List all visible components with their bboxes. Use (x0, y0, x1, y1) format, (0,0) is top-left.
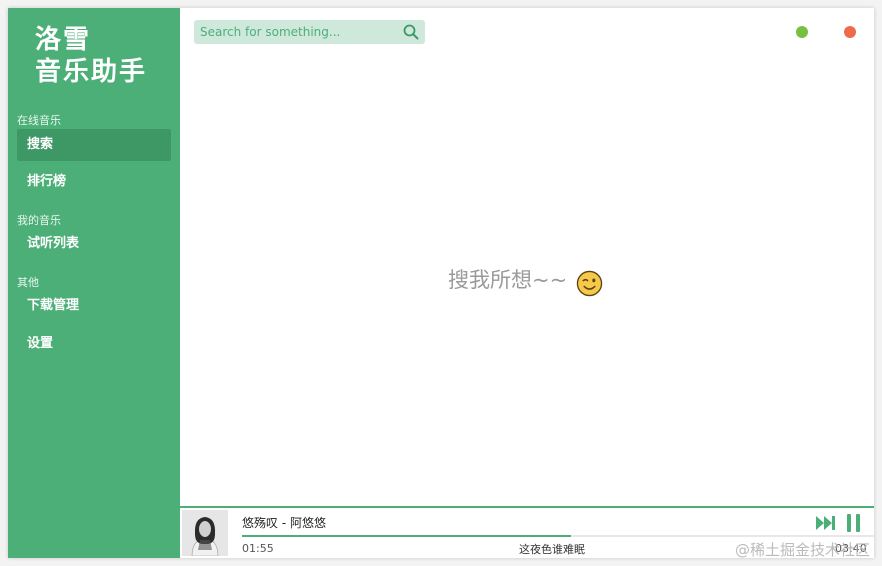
empty-search-message: 搜我所想~~ (448, 268, 568, 292)
pause-icon[interactable] (846, 514, 862, 532)
sidebar: 洛雪 音乐助手 在线音乐 搜索 排行榜 我的音乐 试听列表 其他 下载管理 设置 (8, 8, 180, 558)
section-title-online: 在线音乐 (17, 114, 61, 127)
main-content: 搜我所想~~ (180, 8, 874, 506)
search-icon[interactable] (403, 24, 419, 40)
sidebar-item-search[interactable]: 搜索 (17, 129, 171, 161)
close-button[interactable] (844, 26, 856, 38)
app-logo: 洛雪 音乐助手 (35, 24, 147, 88)
progress-fill (242, 535, 571, 537)
wink-emoji-icon (576, 270, 603, 297)
current-time: 01:55 (242, 542, 274, 555)
sidebar-item-downloads[interactable]: 下载管理 (17, 290, 171, 322)
search-box (194, 20, 425, 44)
search-input[interactable] (194, 20, 400, 44)
section-title-my-music: 我的音乐 (17, 214, 61, 227)
next-track-icon[interactable] (816, 516, 836, 530)
lyric-line: 这夜色谁难眠 (519, 543, 585, 556)
sidebar-item-settings[interactable]: 设置 (17, 328, 171, 360)
album-cover[interactable] (182, 510, 228, 556)
watermark: @稀土掘金技术社区 (734, 541, 870, 559)
app-title-line1: 洛雪 (35, 25, 92, 55)
sidebar-item-playlist[interactable]: 试听列表 (17, 228, 171, 260)
album-cover-image (182, 510, 228, 556)
song-title: 悠殇叹 - 阿悠悠 (242, 516, 326, 530)
app-title-line2: 音乐助手 (35, 57, 148, 87)
progress-bar[interactable] (242, 535, 874, 537)
sidebar-item-charts[interactable]: 排行榜 (17, 166, 171, 198)
minimize-button[interactable] (796, 26, 808, 38)
app-window: 洛雪 音乐助手 在线音乐 搜索 排行榜 我的音乐 试听列表 其他 下载管理 设置… (8, 8, 874, 558)
section-title-other: 其他 (17, 276, 39, 289)
